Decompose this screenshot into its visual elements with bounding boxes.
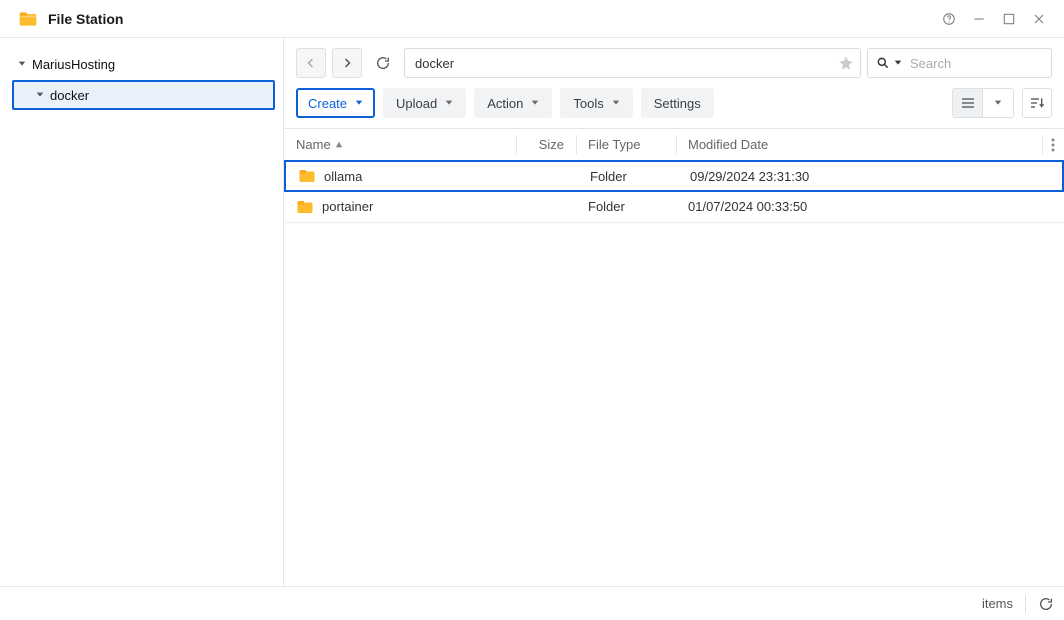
col-size-label: Size xyxy=(539,137,564,152)
file-table: Name Size File Type Modified Date ollama… xyxy=(284,128,1064,586)
view-mode-caret[interactable] xyxy=(983,89,1013,117)
view-mode-toggle[interactable] xyxy=(952,88,1014,118)
divider xyxy=(1025,595,1026,613)
folder-icon xyxy=(296,198,314,216)
app-icon xyxy=(18,9,38,29)
sort-asc-icon xyxy=(335,141,343,149)
main-panel: docker Create xyxy=(284,38,1064,586)
table-row[interactable]: portainer Folder01/07/2024 00:33:50 xyxy=(284,191,1064,223)
settings-label: Settings xyxy=(654,96,701,111)
close-icon[interactable] xyxy=(1026,6,1052,32)
search-box[interactable] xyxy=(867,48,1052,78)
col-more[interactable] xyxy=(1042,129,1064,160)
col-name[interactable]: Name xyxy=(284,129,516,160)
help-icon[interactable] xyxy=(936,6,962,32)
chevron-down-icon xyxy=(445,99,453,107)
file-date: 01/07/2024 00:33:50 xyxy=(676,199,1064,214)
settings-button[interactable]: Settings xyxy=(641,88,714,118)
status-bar: items xyxy=(0,586,1064,620)
nav-forward-button[interactable] xyxy=(332,48,362,78)
col-type-label: File Type xyxy=(588,137,641,152)
chevron-down-icon xyxy=(531,99,539,107)
file-name: ollama xyxy=(324,169,362,184)
chevron-down-icon xyxy=(355,99,363,107)
nav-row: docker xyxy=(284,38,1064,84)
tree-item-label: docker xyxy=(50,88,89,103)
toolbar: Create Upload Action Tools xyxy=(284,84,1064,128)
maximize-icon[interactable] xyxy=(996,6,1022,32)
search-icon xyxy=(876,56,890,70)
chevron-down-icon[interactable] xyxy=(16,58,28,70)
table-row[interactable]: ollama Folder09/29/2024 23:31:30 xyxy=(284,160,1064,192)
status-items-label: items xyxy=(982,596,1013,611)
create-label: Create xyxy=(308,96,347,111)
tools-button[interactable]: Tools xyxy=(560,88,632,118)
file-name: portainer xyxy=(322,199,373,214)
col-date[interactable]: Modified Date xyxy=(676,129,1042,160)
tree-root[interactable]: MariusHosting xyxy=(8,50,275,78)
minimize-icon[interactable] xyxy=(966,6,992,32)
window-titlebar: File Station xyxy=(0,0,1064,38)
col-size[interactable]: Size xyxy=(516,129,576,160)
action-button[interactable]: Action xyxy=(474,88,552,118)
upload-label: Upload xyxy=(396,96,437,111)
file-date: 09/29/2024 23:31:30 xyxy=(678,169,1062,184)
folder-tree: MariusHosting docker xyxy=(0,38,284,586)
favorite-icon[interactable] xyxy=(838,55,854,71)
sort-button[interactable] xyxy=(1022,88,1052,118)
upload-button[interactable]: Upload xyxy=(383,88,466,118)
chevron-down-icon[interactable] xyxy=(894,59,902,67)
search-input[interactable] xyxy=(910,56,1064,71)
tools-label: Tools xyxy=(573,96,603,111)
path-box[interactable]: docker xyxy=(404,48,861,78)
col-date-label: Modified Date xyxy=(688,137,768,152)
action-label: Action xyxy=(487,96,523,111)
col-name-label: Name xyxy=(296,137,331,152)
list-view-icon[interactable] xyxy=(953,89,983,117)
nav-back-button[interactable] xyxy=(296,48,326,78)
folder-icon xyxy=(298,167,316,185)
app-title: File Station xyxy=(48,11,932,27)
tree-root-label: MariusHosting xyxy=(32,57,115,72)
refresh-button[interactable] xyxy=(368,48,398,78)
chevron-down-icon[interactable] xyxy=(34,89,46,101)
col-type[interactable]: File Type xyxy=(576,129,676,160)
path-text: docker xyxy=(415,56,838,71)
file-type: Folder xyxy=(576,199,676,214)
refresh-button[interactable] xyxy=(1038,596,1054,612)
table-header: Name Size File Type Modified Date xyxy=(284,129,1064,161)
create-button[interactable]: Create xyxy=(296,88,375,118)
file-type: Folder xyxy=(578,169,678,184)
tree-item-docker[interactable]: docker xyxy=(12,80,275,110)
chevron-down-icon xyxy=(612,99,620,107)
